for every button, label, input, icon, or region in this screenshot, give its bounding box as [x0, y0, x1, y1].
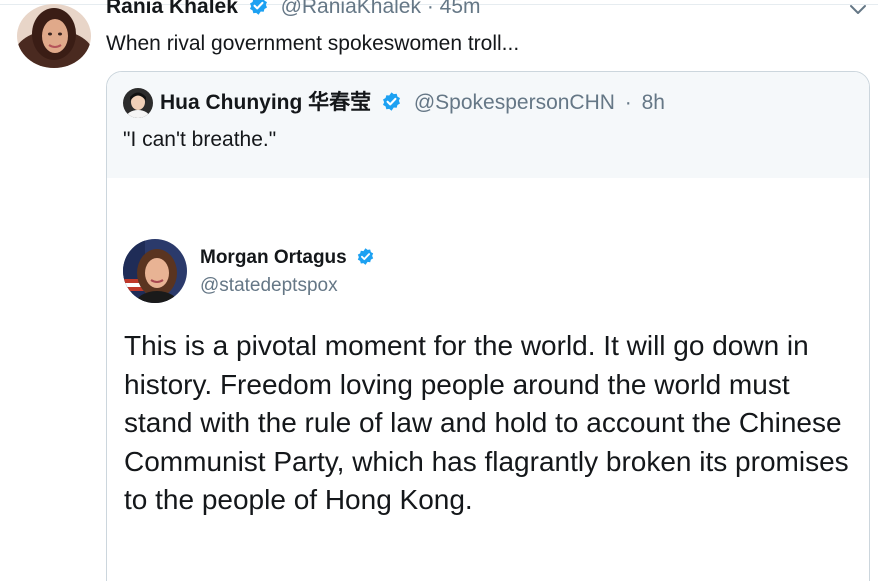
embedded-author-handle: @statedeptspox — [200, 275, 338, 296]
quoted-tweet-text: "I can't breathe." — [123, 128, 277, 151]
embedded-author-name-text: Morgan Ortagus — [200, 247, 347, 268]
tweet-timestamp[interactable]: 8h — [642, 91, 665, 114]
quoted-tweet-card[interactable]: Hua Chunying 华春莹 @SpokespersonCHN · 8h "… — [106, 71, 870, 581]
tweet-separator: · — [426, 0, 434, 18]
author-name[interactable]: Hua Chunying 华春莹 — [160, 91, 371, 114]
author-handle[interactable]: @RaniaKhalek — [281, 0, 421, 18]
embedded-tweet-body: This is a pivotal moment for the world. … — [124, 330, 849, 515]
tweet-timestamp[interactable]: 45m — [440, 0, 481, 18]
tweet-header: Rania Khalek @RaniaKhalek · 45m — [106, 0, 481, 21]
author-handle[interactable]: @SpokespersonCHN — [414, 91, 615, 114]
author-name[interactable]: Rania Khalek — [106, 0, 238, 18]
quoted-tweet-header: Hua Chunying 华春莹 @SpokespersonCHN · 8h — [160, 89, 665, 117]
verified-badge-icon — [356, 247, 375, 266]
embedded-author-name: Morgan Ortagus — [200, 247, 375, 269]
verified-badge-icon — [381, 91, 402, 112]
avatar — [123, 239, 187, 303]
embedded-image[interactable]: Morgan Ortagus @statedeptspox This is a … — [107, 178, 869, 581]
verified-badge-icon — [248, 0, 269, 16]
quoted-tweet-header-area: Hua Chunying 华春莹 @SpokespersonCHN · 8h "… — [107, 72, 869, 178]
tweet-page: Rania Khalek @RaniaKhalek · 45m When riv… — [0, 0, 878, 581]
tweet-separator: · — [624, 91, 632, 114]
avatar[interactable] — [123, 88, 153, 118]
chevron-down-icon[interactable] — [848, 0, 868, 20]
tweet-text: When rival government spokeswomen troll.… — [106, 32, 520, 55]
avatar[interactable] — [17, 4, 91, 68]
